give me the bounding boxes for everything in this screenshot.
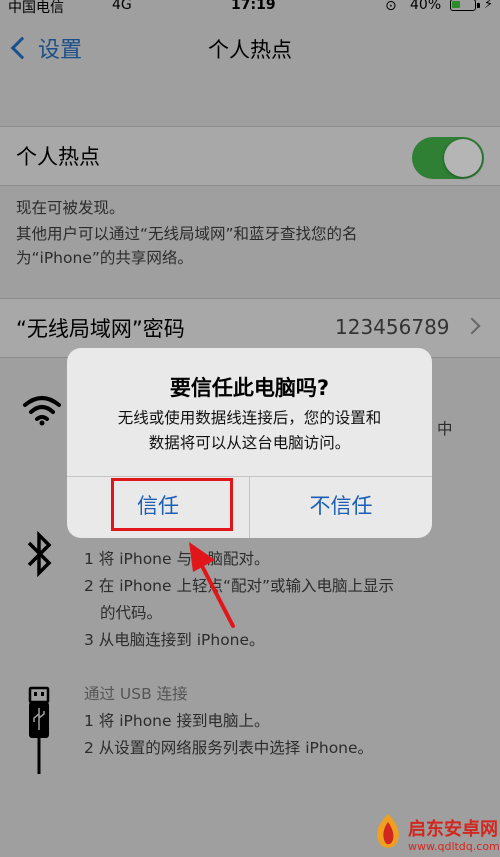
toggle-knob	[444, 139, 482, 177]
footer-discoverable: 现在可被发现。	[16, 199, 125, 217]
bluetooth-icon	[27, 531, 52, 577]
carrier-label: 中国电信	[8, 0, 64, 16]
page-title: 个人热点	[208, 38, 292, 62]
hotspot-footer: 现在可被发现。 其他用户可以通过“无线局域网”和蓝牙查找您的名 为“iPhone…	[16, 196, 358, 270]
footer-line-3: 为“iPhone”的共享网络。	[16, 249, 193, 267]
trust-highlight-box	[111, 478, 233, 531]
battery-percent: 40%	[410, 0, 442, 13]
usb-step-1: 1 将 iPhone 接到电脑上。	[84, 712, 270, 730]
watermark-name: 启东安卓网	[408, 819, 498, 840]
red-arrow-icon	[189, 542, 235, 628]
status-bar: 中国电信 4G 17:19 ⊙ 40% ⚡	[0, 0, 500, 16]
wifi-password-value: 123456789	[335, 315, 450, 339]
alert-title: 要信任此电脑吗?	[169, 376, 330, 400]
usb-section: 通过 USB 连接 1 将 iPhone 接到电脑上。 2 从设置的网络服务列表…	[84, 681, 373, 762]
bluetooth-step-3: 3 从电脑连接到 iPhone。	[84, 631, 265, 649]
battery-icon	[450, 0, 476, 11]
battery-tip	[477, 3, 480, 8]
wifi-icon	[23, 396, 61, 426]
wifi-password-label: “无线局域网”密码	[16, 317, 185, 341]
watermark-url: www.qdltdq.com	[408, 840, 500, 853]
hotspot-toggle[interactable]	[412, 137, 484, 179]
clock: 17:19	[231, 0, 276, 13]
rotation-lock-icon: ⊙	[385, 0, 397, 14]
dont-trust-button[interactable]: 不信任	[250, 476, 432, 538]
alert-message-line-1: 无线或使用数据线连接后，您的设置和	[117, 409, 382, 427]
alert-message-line-2: 数据将可以从这台电脑访问。	[148, 434, 351, 452]
hotspot-label: 个人热点	[16, 145, 100, 169]
wifi-instructions-partial: 中	[437, 420, 453, 438]
footer-line-2: 其他用户可以通过“无线局域网”和蓝牙查找您的名	[16, 225, 358, 243]
usb-step-2: 2 从设置的网络服务列表中选择 iPhone。	[84, 739, 374, 757]
alert-message: 无线或使用数据线连接后，您的设置和 数据将可以从这台电脑访问。	[87, 406, 412, 456]
watermark-logo-icon	[377, 814, 399, 848]
usb-heading: 通过 USB 连接	[84, 685, 188, 703]
network-type: 4G	[112, 0, 132, 13]
usb-icon	[28, 686, 50, 774]
charging-icon: ⚡	[484, 0, 494, 12]
